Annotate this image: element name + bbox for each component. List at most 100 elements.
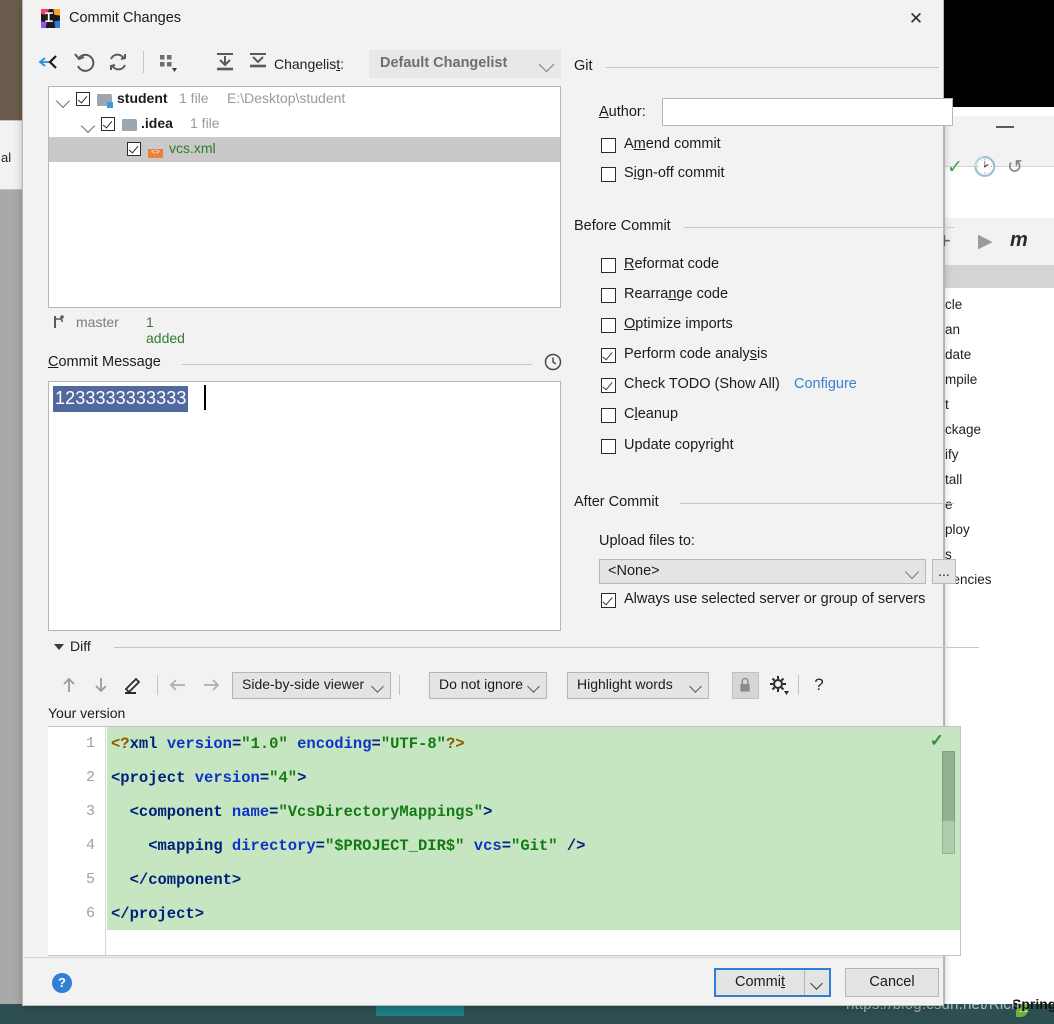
chevron-down-icon — [527, 680, 540, 693]
expand-all-icon[interactable] — [212, 49, 238, 75]
refresh-icon[interactable] — [105, 49, 131, 75]
checkbox[interactable] — [601, 348, 616, 363]
checkbox[interactable] — [601, 288, 616, 303]
checkbox[interactable] — [601, 593, 616, 608]
line-number-gutter: 1 2 3 4 5 6 — [48, 727, 106, 955]
next-difference-icon[interactable] — [88, 672, 114, 698]
upload-server-combo[interactable]: <None> — [599, 559, 926, 584]
checkbox[interactable] — [601, 318, 616, 333]
list-item[interactable]: ckage — [945, 417, 1054, 442]
clock-icon[interactable]: 🕑 — [973, 158, 997, 177]
commit-message-input[interactable]: 1233333333333 — [48, 381, 561, 631]
edit-icon[interactable] — [120, 672, 146, 698]
diff-code-line: </component> — [111, 871, 242, 889]
list-item[interactable]: e — [945, 492, 1054, 517]
checkbox[interactable] — [101, 117, 115, 131]
tree-row[interactable]: student 1 file E:\Desktop\student — [49, 87, 560, 112]
tree-row[interactable]: vcs.xml — [49, 137, 560, 162]
chevron-down-icon[interactable] — [810, 977, 823, 990]
chevron-down-icon[interactable] — [55, 93, 71, 109]
chevron-down-icon — [371, 680, 384, 693]
run-icon[interactable]: ▶ — [978, 232, 993, 251]
before-commit-title: Before Commit — [574, 218, 680, 234]
tree-row[interactable]: .idea 1 file — [49, 112, 560, 137]
viewer-mode-combo[interactable]: Side-by-side viewer — [232, 672, 391, 699]
commit-button[interactable]: Commit — [714, 968, 831, 997]
checkbox[interactable] — [601, 439, 616, 454]
diff-code-area[interactable]: ✓ <?xml version="1.0" encoding="UTF-8"?>… — [107, 727, 960, 930]
lock-icon[interactable] — [732, 672, 759, 699]
after-commit-title: After Commit — [574, 494, 668, 510]
diff-scrollbar-thumb[interactable] — [942, 751, 955, 821]
diff-code-line: <project version="4"> — [111, 769, 307, 787]
collapse-to-arrow-icon[interactable] — [36, 49, 62, 75]
highlight-mode-combo[interactable]: Highlight words — [567, 672, 709, 699]
tree-row-name: vcs.xml — [169, 140, 216, 156]
changelist-combo[interactable]: Default Changelist — [369, 50, 561, 78]
folder-icon — [97, 94, 113, 108]
commit-message-header: Commit Message — [48, 352, 563, 374]
checkbox-label: Optimize imports — [624, 316, 733, 332]
diff-code-line: <?xml version="1.0" encoding="UTF-8"?> — [111, 735, 465, 753]
configure-link[interactable]: Configure — [794, 376, 857, 392]
upload-files-label: Upload files to: — [599, 533, 695, 549]
diff-section-header: Diff — [48, 638, 979, 658]
help-icon[interactable]: ? — [806, 672, 832, 698]
section-divider — [114, 647, 979, 648]
line-number: 6 — [85, 905, 95, 922]
undo-icon[interactable]: ↺ — [1007, 158, 1023, 177]
list-item[interactable]: dencies — [945, 567, 1054, 592]
list-item[interactable]: ploy — [945, 517, 1054, 542]
maven-lifecycle-list: cle an date mpile t ckage ify tall e plo… — [945, 292, 1054, 592]
toolbar-separator — [157, 675, 158, 695]
prev-difference-icon[interactable] — [56, 672, 82, 698]
dialog-title: Commit Changes — [69, 10, 182, 26]
cancel-button[interactable]: Cancel — [845, 968, 939, 997]
checkbox[interactable] — [127, 142, 141, 156]
chevron-down-icon — [904, 564, 920, 580]
minimize-icon[interactable] — [996, 126, 1014, 128]
toolbar-separator — [143, 51, 144, 73]
changed-files-tree[interactable]: student 1 file E:\Desktop\student .idea … — [48, 86, 561, 308]
checkbox[interactable] — [601, 258, 616, 273]
list-item[interactable]: t — [945, 392, 1054, 417]
list-item[interactable]: an — [945, 317, 1054, 342]
list-item[interactable]: s — [945, 542, 1054, 567]
tree-row-filecount: 1 file — [179, 90, 209, 106]
checkbox[interactable] — [601, 167, 616, 182]
list-item[interactable]: ify — [945, 442, 1054, 467]
chevron-down-icon[interactable] — [80, 118, 96, 134]
check-icon[interactable]: ✓ — [947, 158, 963, 177]
checkbox-label: Amend commit — [624, 136, 721, 152]
diff-code-line: <mapping directory="$PROJECT_DIR$" vcs="… — [111, 837, 586, 855]
collapse-all-icon[interactable] — [245, 49, 271, 75]
checkbox[interactable] — [601, 138, 616, 153]
background-black-region — [944, 0, 1054, 107]
clock-icon[interactable] — [543, 352, 563, 372]
changelist-value: Default Changelist — [380, 55, 508, 71]
accept-left-icon[interactable] — [165, 672, 191, 698]
chevron-down-icon[interactable] — [54, 644, 64, 650]
checkbox[interactable] — [76, 92, 90, 106]
rollback-icon[interactable] — [72, 49, 98, 75]
list-item[interactable]: date — [945, 342, 1054, 367]
author-field[interactable] — [662, 98, 953, 126]
ignore-mode-combo[interactable]: Do not ignore — [429, 672, 547, 699]
list-item[interactable]: mpile — [945, 367, 1054, 392]
diff-section-title: Diff — [70, 638, 99, 654]
accept-right-icon[interactable] — [198, 672, 224, 698]
list-item[interactable]: tall — [945, 467, 1054, 492]
group-by-icon[interactable] — [155, 49, 181, 75]
close-icon[interactable]: ✕ — [905, 8, 927, 30]
checkbox[interactable] — [601, 408, 616, 423]
tree-row-name: .idea — [141, 115, 173, 131]
before-commit-section-header: Before Commit — [574, 218, 954, 236]
section-divider — [680, 503, 954, 504]
help-icon[interactable]: ? — [52, 973, 72, 993]
checkbox[interactable] — [601, 378, 616, 393]
gear-icon[interactable] — [766, 672, 792, 698]
intellij-logo-icon — [41, 9, 60, 28]
list-item[interactable]: cle — [945, 292, 1054, 317]
diff-viewer[interactable]: 1 2 3 4 5 6 ✓ <?xml version="1.0" encodi… — [48, 726, 961, 956]
browse-servers-button[interactable]: ... — [932, 559, 956, 584]
